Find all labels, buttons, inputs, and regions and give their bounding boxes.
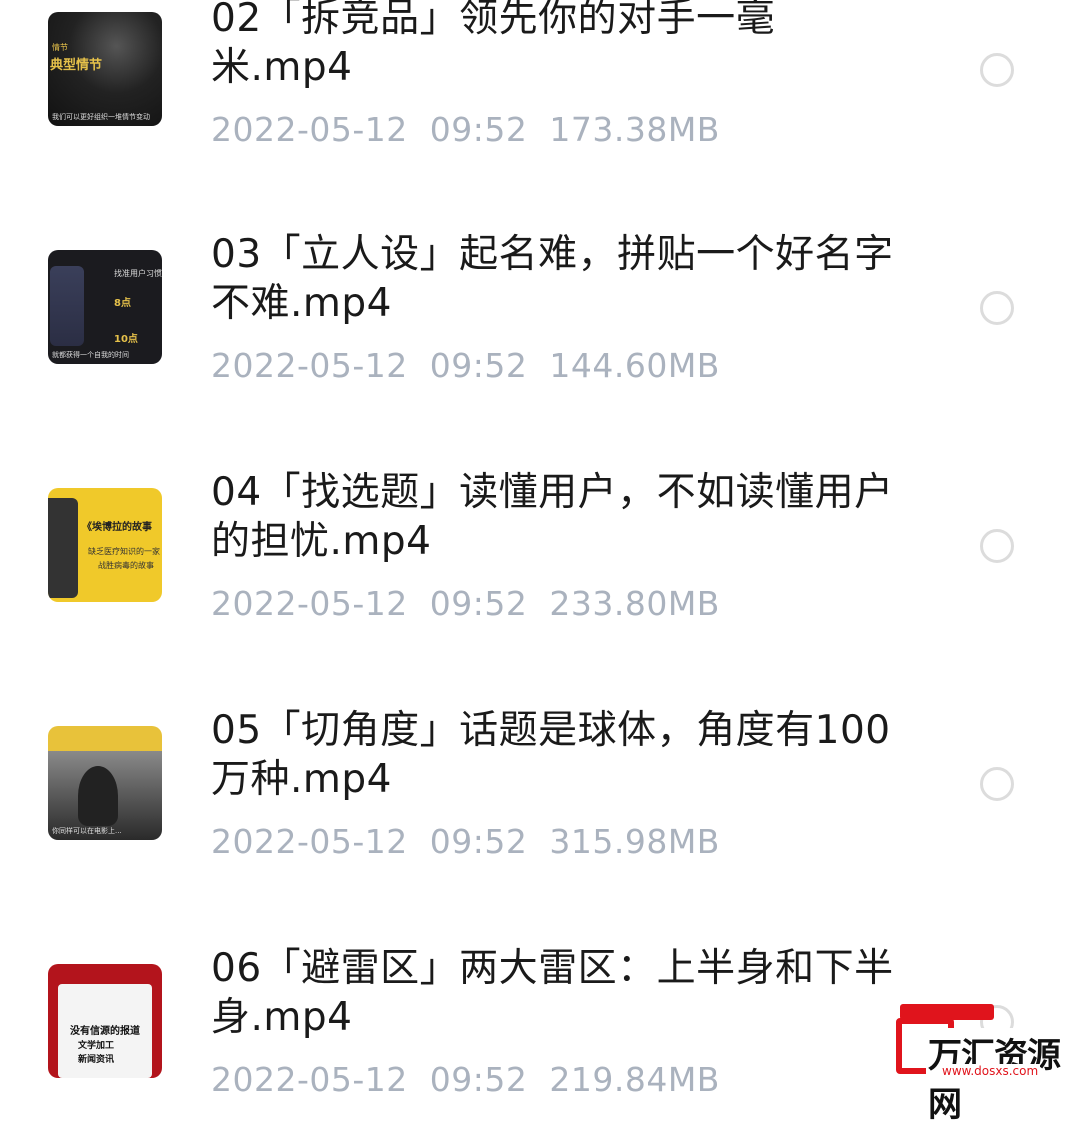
thumbnail-text: 10点: [114, 334, 138, 345]
file-size: 233.80MB: [549, 584, 720, 623]
select-radio[interactable]: [980, 291, 1014, 325]
file-meta: 2022-05-12 09:52 173.38MB: [211, 110, 720, 149]
file-date: 2022-05-12: [211, 110, 408, 149]
video-thumbnail: 情节 典型情节 我们可以更好组织一堆情节变动: [48, 12, 162, 126]
thumbnail-text: 找准用户习惯: [114, 269, 162, 278]
select-radio[interactable]: [980, 53, 1014, 87]
thumbnail-text: 《埃博拉的故事: [82, 522, 152, 533]
video-thumbnail: 《埃博拉的故事 缺乏医疗知识的一家 战胜病毒的故事: [48, 488, 162, 602]
thumbnail-text: 新闻资讯: [78, 1055, 115, 1065]
thumbnail-text: 文学加工: [78, 1041, 115, 1051]
file-meta: 2022-05-12 09:52 219.84MB: [211, 1060, 720, 1099]
file-size: 173.38MB: [549, 110, 720, 149]
video-thumbnail: 你同样可以在电影上...: [48, 726, 162, 840]
file-name: 02「拆竞品」领先你的对手一毫米.mp4: [211, 0, 776, 90]
file-name: 06「避雷区」两大雷区：上半身和下半身.mp4: [211, 946, 894, 1040]
select-radio[interactable]: [980, 767, 1014, 801]
thumbnail-caption: 你同样可以在电影上...: [52, 827, 122, 835]
file-time: 09:52: [429, 346, 528, 385]
thumbnail-caption: 就都获得一个自我的时间: [52, 351, 129, 359]
file-name: 03「立人设」起名难，拼贴一个好名字不难.mp4: [211, 232, 894, 326]
file-name: 05「切角度」话题是球体，角度有100万种.mp4: [211, 708, 891, 802]
file-size: 219.84MB: [549, 1060, 720, 1099]
file-name: 04「找选题」读懂用户，不如读懂用户的担忧.mp4: [211, 470, 894, 564]
file-date: 2022-05-12: [211, 822, 408, 861]
thumbnail-text: 8点: [114, 298, 131, 309]
select-radio[interactable]: [980, 529, 1014, 563]
file-time: 09:52: [429, 822, 528, 861]
file-time: 09:52: [429, 1060, 528, 1099]
video-thumbnail: 没有信源的报道 文学加工 新闻资讯: [48, 964, 162, 1078]
thumbnail-text: 典型情节: [50, 58, 103, 73]
watermark-url: www.dosxs.com: [940, 1064, 1041, 1078]
file-date: 2022-05-12: [211, 346, 408, 385]
file-size: 315.98MB: [549, 822, 720, 861]
site-watermark: 万汇资源网 www.dosxs.com: [896, 1004, 1076, 1126]
thumbnail-text: 缺乏医疗知识的一家: [88, 547, 160, 556]
file-date: 2022-05-12: [211, 584, 408, 623]
thumbnail-text: 情节: [52, 43, 68, 52]
thumbnail-text: 没有信源的报道: [70, 1026, 140, 1037]
file-date: 2022-05-12: [211, 1060, 408, 1099]
thumbnail-caption: 我们可以更好组织一堆情节变动: [52, 113, 150, 121]
thumbnail-text: 战胜病毒的故事: [98, 561, 154, 570]
file-meta: 2022-05-12 09:52 233.80MB: [211, 584, 720, 623]
file-meta: 2022-05-12 09:52 144.60MB: [211, 346, 720, 385]
video-thumbnail: 找准用户习惯 8点 10点 就都获得一个自我的时间: [48, 250, 162, 364]
file-size: 144.60MB: [549, 346, 720, 385]
file-time: 09:52: [429, 110, 528, 149]
file-time: 09:52: [429, 584, 528, 623]
file-meta: 2022-05-12 09:52 315.98MB: [211, 822, 720, 861]
